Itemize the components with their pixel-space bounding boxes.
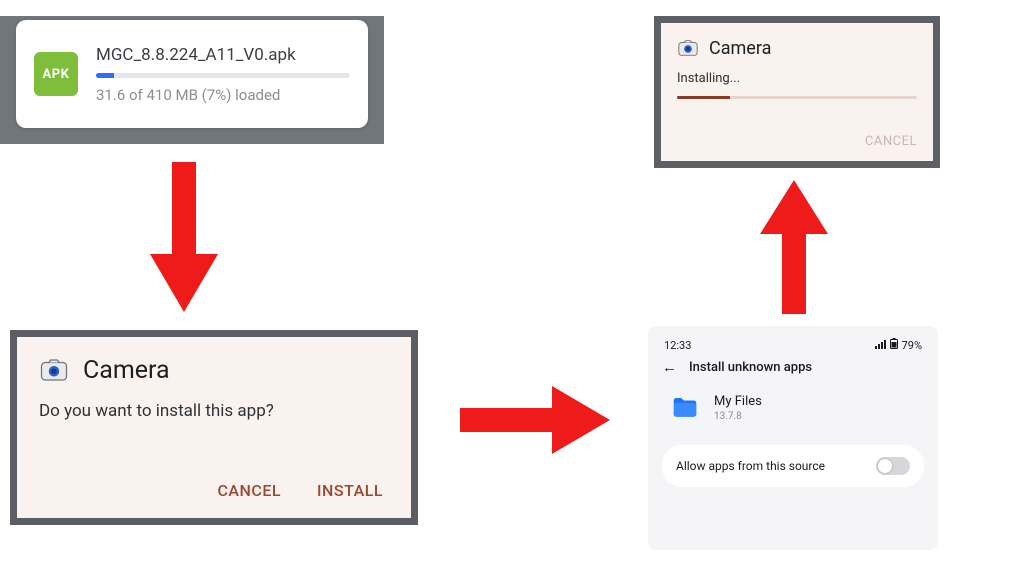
download-filename: MGC_8.8.224_A11_V0.apk	[96, 45, 350, 65]
installing-cancel-button[interactable]: CANCEL	[865, 134, 917, 149]
camera-icon	[39, 355, 69, 385]
installing-app-name: Camera	[709, 38, 771, 59]
source-app-version: 13.7.8	[714, 411, 762, 422]
install-prompt-header: Camera	[39, 355, 389, 385]
install-prompt-dialog: Camera Do you want to install this app? …	[17, 337, 411, 518]
settings-screen: 12:33 79% ← Install unknown apps My File…	[648, 326, 938, 550]
installing-progress-fill	[677, 96, 730, 99]
source-app-info: My Files 13.7.8	[714, 394, 762, 422]
install-prompt-title: Camera	[83, 356, 170, 385]
install-prompt-message: Do you want to install this app?	[39, 401, 389, 421]
folder-icon	[670, 393, 700, 423]
install-prompt-wrapper: Camera Do you want to install this app? …	[10, 330, 418, 525]
installing-status-text: Installing...	[677, 71, 917, 86]
download-progress-fill	[96, 73, 114, 78]
install-prompt-actions: CANCEL INSTALL	[39, 475, 389, 508]
flow-arrow-up	[752, 180, 836, 314]
apk-badge-label: APK	[43, 67, 70, 82]
source-app-name: My Files	[714, 394, 762, 409]
installing-dialog: Camera Installing... CANCEL	[661, 23, 933, 161]
settings-page-title: Install unknown apps	[689, 360, 812, 375]
status-time: 12:33	[664, 339, 691, 352]
installing-progress-bar	[677, 96, 917, 99]
download-status-text: 31.6 of 410 MB (7%) loaded	[96, 86, 350, 104]
flow-arrow-right	[460, 378, 610, 462]
installing-header: Camera	[677, 37, 917, 59]
download-card: APK MGC_8.8.224_A11_V0.apk 31.6 of 410 M…	[16, 20, 368, 128]
battery-icon	[890, 338, 898, 352]
installing-dialog-wrapper: Camera Installing... CANCEL	[654, 16, 940, 168]
allow-source-label: Allow apps from this source	[676, 459, 825, 473]
install-button[interactable]: INSTALL	[317, 481, 383, 500]
signal-icon	[875, 339, 886, 352]
allow-source-row[interactable]: Allow apps from this source	[662, 445, 924, 487]
download-notification-wrapper: APK MGC_8.8.224_A11_V0.apk 31.6 of 410 M…	[0, 16, 384, 144]
source-app-row: My Files 13.7.8	[662, 393, 924, 423]
installing-actions: CANCEL	[677, 134, 917, 153]
allow-source-toggle[interactable]	[876, 457, 910, 475]
camera-icon	[677, 37, 699, 59]
status-right: 79%	[875, 338, 922, 352]
download-info: MGC_8.8.224_A11_V0.apk 31.6 of 410 MB (7…	[96, 45, 350, 104]
cancel-button[interactable]: CANCEL	[217, 481, 281, 500]
flow-arrow-down-1	[142, 162, 226, 312]
status-bar: 12:33 79%	[662, 336, 924, 360]
battery-percent: 79%	[902, 339, 922, 352]
settings-header: ← Install unknown apps	[662, 360, 924, 375]
download-progress-bar	[96, 73, 350, 78]
apk-icon: APK	[34, 52, 78, 96]
back-arrow-icon[interactable]: ←	[662, 360, 677, 375]
